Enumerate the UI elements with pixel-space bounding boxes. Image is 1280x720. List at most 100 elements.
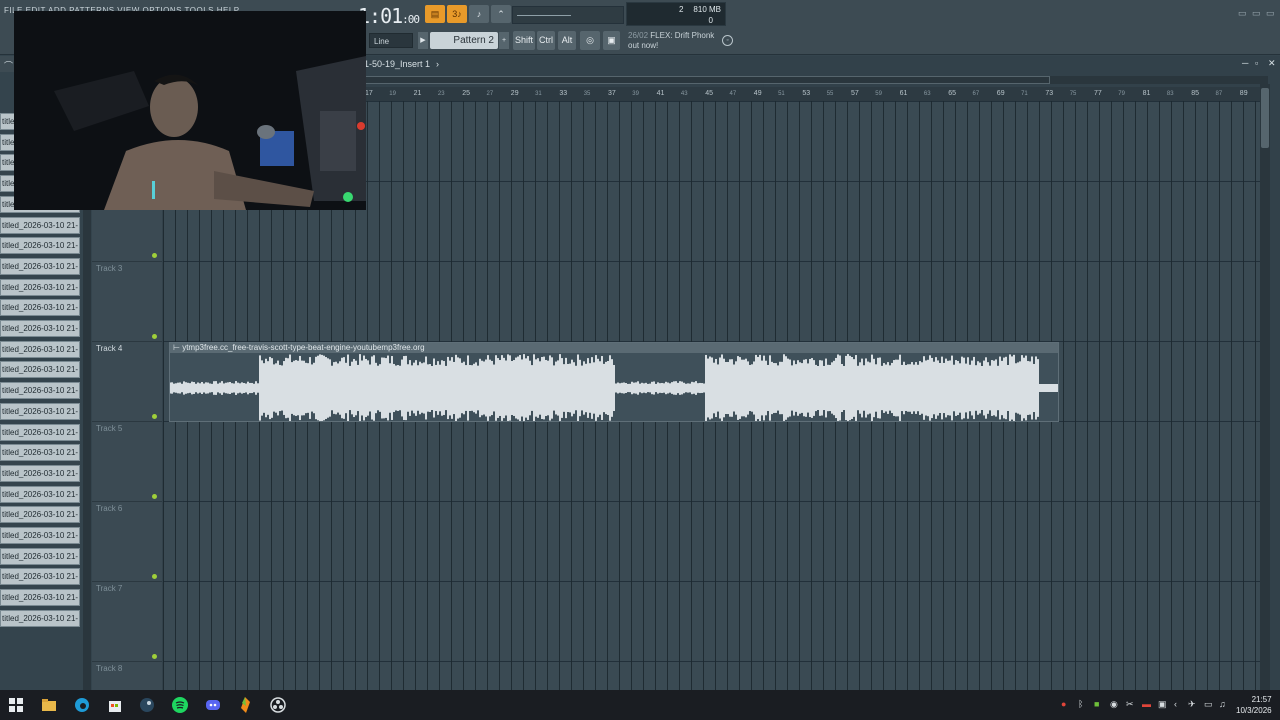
track-mute-led-icon[interactable] (152, 334, 157, 339)
track-header[interactable]: Track 5 (92, 421, 162, 501)
online-globe-icon[interactable]: ◦ (722, 35, 733, 46)
tray-gpu-icon[interactable]: ■ (1094, 699, 1099, 709)
tray-network-icon[interactable]: ▭ (1204, 699, 1213, 710)
pattern-song-toggle-icon[interactable]: ▤ (425, 5, 445, 23)
browser-file-item[interactable]: titled_2026-03-10 21- (0, 609, 80, 627)
snap-select[interactable]: Line (369, 33, 413, 48)
edge-browser-icon[interactable] (73, 696, 91, 714)
obs-icon[interactable] (269, 696, 287, 714)
track-mute-led-icon[interactable] (152, 494, 157, 499)
browser-file-item[interactable]: titled_2026-03-10 21- (0, 464, 80, 482)
metronome-icon[interactable]: ♪ (469, 5, 489, 23)
browser-file-item[interactable]: titled_2026-03-10 21- (0, 320, 80, 337)
browser-file-item[interactable]: titled_2026-03-10 21- (0, 278, 80, 296)
track-mute-led-icon[interactable] (152, 253, 157, 258)
track-header[interactable]: Track 7 (92, 581, 162, 661)
tray-app-icon[interactable]: ◉ (1110, 699, 1118, 710)
touch-controller-icon[interactable]: ◎ (580, 31, 600, 50)
audio-clip[interactable]: ⊢ ytmp3free.cc_free-travis-scott-type-be… (169, 342, 1059, 422)
browser-file-item[interactable]: titled_2026-03-10 21- (0, 216, 80, 234)
browser-file-item[interactable]: titled_2026-03-10 21- (0, 568, 80, 586)
tray-bluetooth-icon[interactable]: ᛒ (1078, 699, 1083, 709)
track-label: Track 8 (96, 664, 123, 673)
countdown-icon[interactable]: 3♪ (447, 5, 467, 23)
tray-chevron-icon[interactable]: ‹ (1174, 699, 1177, 709)
track-header[interactable]: Track 6 (92, 501, 162, 581)
browser-file-item[interactable]: titled_2026-03-10 21- (0, 589, 80, 607)
ruler-tick-label: 65 (948, 90, 956, 97)
windows-start-icon[interactable] (7, 696, 25, 714)
browser-file-item[interactable]: titled_2026-03-10 21- (0, 547, 80, 565)
discord-icon[interactable] (204, 696, 222, 714)
track-mute-led-icon[interactable] (152, 574, 157, 579)
clip-header[interactable]: ⊢ ytmp3free.cc_free-travis-scott-type-be… (170, 343, 1058, 353)
horizontal-scrollbar-track[interactable] (1050, 76, 1268, 84)
tray-record-icon[interactable]: ▬ (1142, 699, 1151, 709)
ruler-tick-label: 67 (972, 91, 980, 97)
playlist-close-icon[interactable]: ✕ (1268, 58, 1276, 69)
maximize-icon[interactable]: ▭ (1252, 8, 1261, 19)
browser-file-item[interactable]: titled_2026-03-10 21- (0, 402, 80, 420)
browser-file-item[interactable]: titled_2026-03-10 21- (0, 506, 80, 524)
pattern-next-icon[interactable]: + (499, 32, 509, 49)
playlist-maximize-icon[interactable]: ▫ (1255, 58, 1258, 68)
news-panel[interactable]: 26/02 FLEX: Drift Phonk out now! (628, 31, 714, 51)
track-header[interactable]: Track 3 (92, 261, 162, 341)
master-volume-slider[interactable] (512, 6, 624, 24)
taskbar-clock[interactable]: 21:57 10/3/2026 (1236, 694, 1272, 716)
tray-tool-icon[interactable]: ✂ (1126, 699, 1134, 710)
ruler-tick-label: 85 (1191, 90, 1199, 97)
waveform (170, 354, 1058, 421)
browser-file-item[interactable]: titled_2026-03-10 21- (0, 257, 80, 275)
fl-studio-icon[interactable] (236, 696, 254, 714)
ruler-tick-label: 19 (389, 91, 396, 97)
horizontal-scrollbar[interactable] (364, 76, 1050, 84)
news-subtitle: out now! (628, 41, 659, 50)
pattern-selector[interactable]: Pattern 2 (430, 32, 498, 49)
tray-alert-icon[interactable]: ● (1061, 699, 1066, 709)
vertical-scrollbar[interactable] (1260, 84, 1270, 690)
clip-menu-icon[interactable]: ⊢ (173, 343, 180, 352)
tray-shield-icon[interactable]: ▣ (1158, 699, 1167, 710)
browser-file-item[interactable]: titled_2026-03-10 21- (0, 423, 80, 441)
wait-input-icon[interactable]: ⌃ (491, 5, 511, 23)
store-icon[interactable] (106, 696, 124, 714)
ruler-tick-label: 21 (413, 90, 422, 97)
cpu-left-value: 2 (679, 5, 684, 14)
clock-time: 21:57 (1251, 695, 1272, 704)
headphones-icon[interactable]: ⌒ (4, 59, 13, 72)
ruler-tick-label: 75 (1069, 91, 1077, 97)
steam-icon[interactable] (138, 696, 156, 714)
browser-file-item[interactable]: titled_2026-03-10 21- (0, 527, 80, 544)
ruler-tick-label: 31 (535, 91, 542, 97)
timeline-ruler[interactable]: 17 19 21 23 25 27 29 31 33 35 37 39 41 43 45 47 49 51 53 55… (365, 87, 1262, 101)
browser-file-item[interactable]: titled_2026-03-10 21- (0, 361, 80, 379)
close-icon[interactable]: ▭ (1266, 8, 1275, 19)
spotify-icon[interactable] (171, 696, 189, 714)
memory-value: 810 MB (693, 5, 721, 14)
browser-file-item[interactable]: titled_2026-03-10 21- (0, 237, 80, 255)
alt-button[interactable]: Alt (558, 31, 576, 50)
track-header[interactable]: Track 4 (92, 341, 162, 421)
playlist-title-arrow-icon[interactable]: › (436, 59, 439, 69)
ruler-tick-label: 77 (1094, 90, 1102, 97)
browser-file-item[interactable]: titled_2026-03-10 21- (0, 340, 80, 358)
shop-icon[interactable]: ▣ (603, 31, 620, 50)
file-explorer-icon[interactable] (40, 696, 58, 714)
minimize-icon[interactable]: ▭ (1238, 8, 1247, 19)
browser-file-item[interactable]: titled_2026-03-10 21- (0, 299, 80, 317)
ruler-tick-label: 87 (1215, 91, 1223, 97)
shift-button[interactable]: Shift (513, 31, 535, 50)
tray-volume-icon[interactable]: ♫ (1219, 699, 1226, 709)
ctrl-button[interactable]: Ctrl (537, 31, 555, 50)
tray-airplane-icon[interactable]: ✈ (1188, 699, 1196, 710)
track-mute-led-icon[interactable] (152, 414, 157, 419)
browser-file-item[interactable]: titled_2026-03-10 21- (0, 444, 80, 462)
browser-file-item[interactable]: titled_2026-03-10 21- (0, 485, 80, 503)
track-mute-led-icon[interactable] (152, 654, 157, 659)
pattern-prev-icon[interactable]: ▶ (418, 32, 428, 49)
playlist-minimize-icon[interactable]: ─ (1242, 58, 1248, 68)
ruler-tick-label: 53 (802, 90, 811, 97)
browser-file-item[interactable]: titled_2026-03-10 21- (0, 382, 80, 400)
ruler-tick-label: 79 (1118, 91, 1125, 97)
